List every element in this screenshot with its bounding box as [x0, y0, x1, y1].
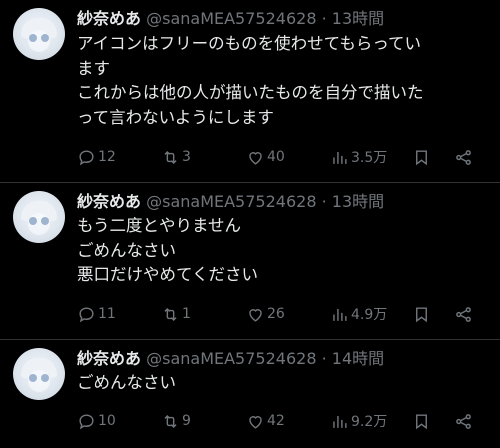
like-count: 40: [267, 149, 285, 165]
handle[interactable]: @sanaMEA57524628: [146, 9, 316, 28]
tweet-line: ます: [77, 58, 110, 78]
tweet-text: もう二度とやりません ごめんなさい 悪口だけやめてください: [77, 214, 492, 288]
tweet-header: 紗奈めあ @sanaMEA57524628 · 14時間: [77, 347, 384, 371]
like-button[interactable]: 42: [246, 410, 285, 432]
separator: ·: [321, 9, 327, 28]
timestamp[interactable]: 13時間: [332, 9, 384, 28]
tweet-text: アイコンはフリーのものを使わせてもらってい ます これからは他の人が描いたものを…: [77, 32, 492, 130]
reply-button[interactable]: 12: [77, 146, 116, 168]
tweet-line: アイコンはフリーのものを使わせてもらってい: [77, 34, 422, 53]
bookmark-button[interactable]: [412, 303, 431, 325]
tweet-header: 紗奈めあ @sanaMEA57524628 · 13時間: [77, 190, 384, 214]
reply-icon: [79, 149, 94, 165]
views-icon: [333, 151, 347, 164]
avatar[interactable]: [13, 191, 65, 243]
action-bar: 12 3 40 3.5万: [77, 146, 477, 168]
bookmark-button[interactable]: [412, 410, 431, 432]
tweet-3[interactable]: 紗奈めあ @sanaMEA57524628 · 14時間 ごめんなさい 10 9…: [0, 340, 500, 448]
share-button[interactable]: [454, 303, 473, 325]
retweet-count: 9: [182, 413, 191, 429]
share-icon: [456, 306, 471, 322]
timestamp[interactable]: 13時間: [332, 192, 384, 211]
reply-icon: [79, 306, 94, 322]
tweet-text: ごめんなさい: [77, 371, 492, 396]
action-bar: 10 9 42 9.2万: [77, 410, 477, 432]
share-button[interactable]: [454, 410, 473, 432]
bookmark-icon: [416, 149, 427, 165]
reply-count: 12: [98, 149, 116, 165]
tweet-line: って言わないようにします: [77, 107, 274, 127]
avatar[interactable]: [13, 348, 65, 400]
retweet-icon: [164, 414, 177, 428]
views-icon: [333, 415, 347, 428]
heart-icon: [249, 308, 262, 322]
bookmark-icon: [416, 306, 427, 322]
share-button[interactable]: [454, 146, 473, 168]
retweet-count: 3: [182, 149, 191, 165]
tweet-line: これからは他の人が描いたものを自分で描いた: [77, 83, 424, 102]
retweet-icon: [164, 307, 177, 321]
tweet-line: ごめんなさい: [77, 373, 176, 392]
like-count: 42: [267, 413, 285, 429]
bookmark-button[interactable]: [412, 146, 431, 168]
reply-count: 11: [98, 306, 116, 322]
heart-icon: [249, 151, 262, 165]
like-button[interactable]: 40: [246, 146, 285, 168]
reply-count: 10: [98, 413, 116, 429]
retweet-button[interactable]: 1: [161, 303, 191, 325]
display-name[interactable]: 紗奈めあ: [77, 192, 141, 211]
retweet-button[interactable]: 3: [161, 146, 191, 168]
handle[interactable]: @sanaMEA57524628: [146, 349, 316, 368]
views-button[interactable]: 9.2万: [330, 410, 387, 432]
display-name[interactable]: 紗奈めあ: [77, 349, 141, 368]
reply-button[interactable]: 11: [77, 303, 116, 325]
display-name[interactable]: 紗奈めあ: [77, 9, 141, 28]
separator: ·: [321, 192, 327, 211]
like-count: 26: [267, 306, 285, 322]
tweet-header: 紗奈めあ @sanaMEA57524628 · 13時間: [77, 7, 384, 31]
action-bar: 11 1 26 4.9万: [77, 303, 477, 325]
share-icon: [456, 413, 471, 429]
views-count: 3.5万: [351, 150, 388, 166]
heart-icon: [249, 415, 262, 429]
views-count: 4.9万: [351, 307, 388, 323]
separator: ·: [321, 349, 327, 368]
like-button[interactable]: 26: [246, 303, 285, 325]
tweet-2[interactable]: 紗奈めあ @sanaMEA57524628 · 13時間 もう二度とやりません …: [0, 183, 500, 339]
handle[interactable]: @sanaMEA57524628: [146, 192, 316, 211]
timestamp[interactable]: 14時間: [332, 349, 384, 368]
views-button[interactable]: 4.9万: [330, 303, 387, 325]
tweet-1[interactable]: 紗奈めあ @sanaMEA57524628 · 13時間 アイコンはフリーのもの…: [0, 0, 500, 182]
share-icon: [456, 149, 471, 165]
avatar[interactable]: [13, 8, 65, 60]
reply-button[interactable]: 10: [77, 410, 116, 432]
retweet-icon: [164, 150, 177, 164]
retweet-count: 1: [182, 306, 191, 322]
tweet-line: 悪口だけやめてください: [77, 265, 259, 284]
retweet-button[interactable]: 9: [161, 410, 191, 432]
tweet-line: ごめんなさい: [77, 240, 176, 260]
views-icon: [333, 308, 347, 321]
tweet-line: もう二度とやりません: [77, 216, 242, 235]
bookmark-icon: [416, 413, 427, 429]
reply-icon: [79, 413, 94, 429]
views-button[interactable]: 3.5万: [330, 146, 387, 168]
views-count: 9.2万: [351, 414, 388, 430]
